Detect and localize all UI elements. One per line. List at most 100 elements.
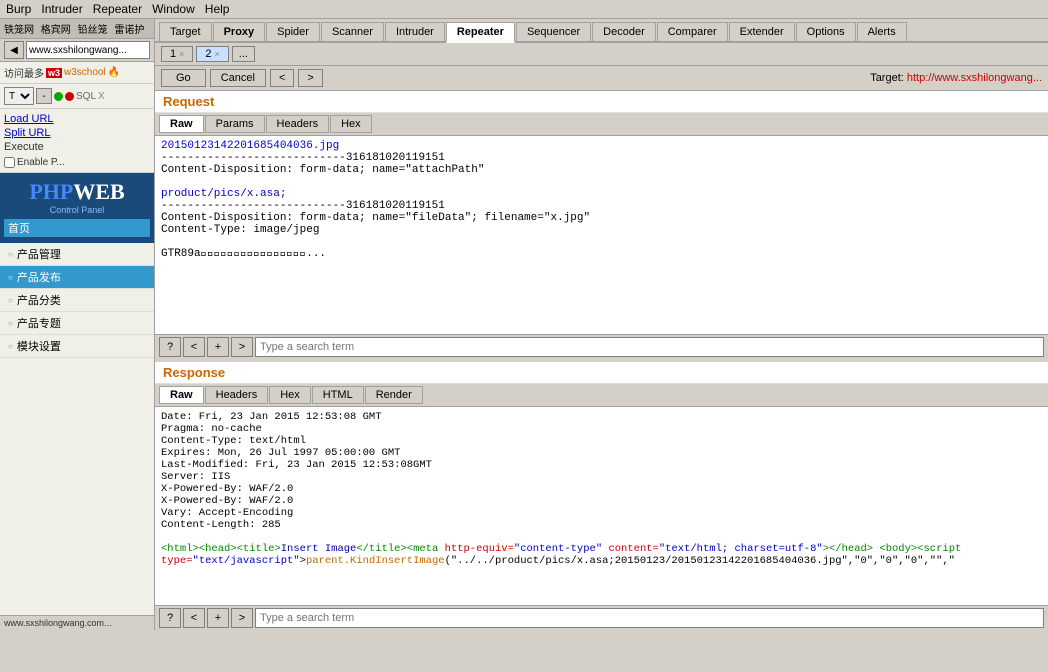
bookmark-1[interactable]: 铁笼网 bbox=[4, 25, 34, 36]
bookmark-2[interactable]: 格宾网 bbox=[41, 25, 71, 36]
target-label: Target: bbox=[870, 72, 907, 84]
sidebar-item-product-publish[interactable]: ○ 产品发布 bbox=[0, 266, 154, 289]
tab2-close[interactable]: × bbox=[215, 49, 220, 59]
res-search-next[interactable]: > bbox=[231, 608, 253, 628]
req-tab-headers[interactable]: Headers bbox=[266, 115, 330, 133]
sidebar-item-product-mgmt[interactable]: ○ 产品管理 bbox=[0, 243, 154, 266]
res-line1: Date: Fri, 23 Jan 2015 12:53:08 GMT bbox=[161, 411, 1042, 423]
request-search-input[interactable] bbox=[255, 337, 1044, 357]
menu-repeater[interactable]: Repeater bbox=[93, 2, 142, 16]
menu-window[interactable]: Window bbox=[152, 2, 195, 16]
label-2: 产品发布 bbox=[17, 269, 61, 285]
req-tab-params[interactable]: Params bbox=[205, 115, 265, 133]
req-search-plus[interactable]: + bbox=[207, 337, 229, 357]
request-search-row: ? < + > bbox=[155, 334, 1048, 359]
green-dot bbox=[54, 92, 63, 101]
response-search-input[interactable] bbox=[255, 608, 1044, 628]
req-tab-hex[interactable]: Hex bbox=[330, 115, 372, 133]
home-label[interactable]: 首页 bbox=[8, 223, 30, 235]
tab-target[interactable]: Target bbox=[159, 22, 212, 41]
tab-extender[interactable]: Extender bbox=[729, 22, 795, 41]
web-text: WEB bbox=[73, 179, 124, 205]
res-tab-html[interactable]: HTML bbox=[312, 386, 364, 404]
res-tab-raw[interactable]: Raw bbox=[159, 386, 204, 404]
tab-spider[interactable]: Spider bbox=[266, 22, 320, 41]
tab-options[interactable]: Options bbox=[796, 22, 856, 41]
x-label: X bbox=[98, 91, 105, 102]
visited-label: 访问最多 bbox=[4, 65, 44, 80]
tab-comparer[interactable]: Comparer bbox=[657, 22, 728, 41]
split-url-link[interactable]: Split URL bbox=[4, 127, 150, 139]
tab-scanner[interactable]: Scanner bbox=[321, 22, 384, 41]
tab-repeater[interactable]: Repeater bbox=[446, 22, 515, 43]
bullet-1: ○ bbox=[8, 250, 13, 259]
req-search-question[interactable]: ? bbox=[159, 337, 181, 357]
request-panel: Request Raw Params Headers Hex 201501231… bbox=[155, 91, 1048, 362]
label-1: 产品管理 bbox=[17, 246, 61, 262]
req-line5: product/pics/x.asa; bbox=[161, 188, 1042, 200]
res-tab-render[interactable]: Render bbox=[365, 386, 423, 404]
go-button[interactable]: Go bbox=[161, 69, 206, 87]
load-url-link[interactable]: Load URL bbox=[4, 113, 150, 125]
w3school-link[interactable]: w3school bbox=[64, 67, 106, 78]
tab-sequencer[interactable]: Sequencer bbox=[516, 22, 591, 41]
url-bar[interactable] bbox=[26, 41, 150, 59]
tab-intruder[interactable]: Intruder bbox=[385, 22, 445, 41]
sidebar-item-product-topic[interactable]: ○ 产品专题 bbox=[0, 312, 154, 335]
tab-alerts[interactable]: Alerts bbox=[857, 22, 907, 41]
repeater-tab-2[interactable]: 2 × bbox=[196, 46, 228, 62]
menu-help[interactable]: Help bbox=[205, 2, 230, 16]
res-search-plus[interactable]: + bbox=[207, 608, 229, 628]
request-tabs: Raw Params Headers Hex bbox=[155, 112, 1048, 136]
url-actions: Load URL Split URL Execute Enable P... bbox=[0, 109, 154, 173]
request-title: Request bbox=[155, 91, 1048, 112]
label-5: 模块设置 bbox=[17, 338, 61, 354]
enable-row: Enable P... bbox=[4, 157, 150, 168]
res-line3: Content-Type: text/html bbox=[161, 435, 1042, 447]
tool-dropdown[interactable]: T bbox=[4, 87, 34, 105]
tab-decoder[interactable]: Decoder bbox=[592, 22, 656, 41]
response-search-row: ? < + > bbox=[155, 605, 1048, 630]
req-line8: Content-Type: image/jpeg bbox=[161, 224, 1042, 236]
bullet-4: ○ bbox=[8, 319, 13, 328]
controls-left: Go Cancel < > bbox=[161, 69, 323, 87]
res-tab-headers[interactable]: Headers bbox=[205, 386, 269, 404]
res-search-prev[interactable]: < bbox=[183, 608, 205, 628]
res-line11 bbox=[161, 531, 1042, 543]
res-tab-hex[interactable]: Hex bbox=[269, 386, 311, 404]
req-tab-raw[interactable]: Raw bbox=[159, 115, 204, 133]
sidebar-item-product-category[interactable]: ○ 产品分类 bbox=[0, 289, 154, 312]
next-button[interactable]: > bbox=[298, 69, 322, 87]
prev-button[interactable]: < bbox=[270, 69, 294, 87]
target-display: Target: http://www.sxshilongwang... bbox=[870, 72, 1042, 84]
req-line6: ----------------------------316181020119… bbox=[161, 200, 1042, 212]
res-line9: Vary: Accept-Encoding bbox=[161, 507, 1042, 519]
req-line10: GTR89a                ... bbox=[161, 248, 1042, 260]
browser-toolbar: ◀ bbox=[0, 39, 154, 62]
menu-intruder[interactable]: Intruder bbox=[41, 2, 82, 16]
menu-burp[interactable]: Burp bbox=[6, 2, 31, 16]
php-text: PHP bbox=[29, 179, 73, 205]
res-search-question[interactable]: ? bbox=[159, 608, 181, 628]
tab-proxy[interactable]: Proxy bbox=[213, 22, 266, 41]
res-line7: X-Powered-By: WAF/2.0 bbox=[161, 483, 1042, 495]
red-dot bbox=[65, 92, 74, 101]
w3-badge: w3 bbox=[46, 68, 62, 78]
minus-btn[interactable]: - bbox=[36, 88, 52, 104]
tab1-close[interactable]: × bbox=[179, 49, 184, 59]
repeater-tab-1[interactable]: 1 × bbox=[161, 46, 193, 62]
back-button[interactable]: ◀ bbox=[4, 41, 24, 59]
bookmark-3[interactable]: 铅丝笼 bbox=[78, 25, 108, 36]
sidebar-item-module-settings[interactable]: ○ 模块设置 bbox=[0, 335, 154, 358]
control-panel-label: Control Panel bbox=[4, 205, 150, 215]
menubar: Burp Intruder Repeater Window Help bbox=[0, 0, 1048, 19]
res-line4: Expires: Mon, 26 Jul 1997 05:00:00 GMT bbox=[161, 447, 1042, 459]
repeater-tab-dots[interactable]: ... bbox=[232, 46, 255, 62]
phpweb-brand: PHP WEB bbox=[4, 179, 150, 205]
bookmark-4[interactable]: 雷诺护 bbox=[114, 25, 144, 36]
req-search-prev[interactable]: < bbox=[183, 337, 205, 357]
enable-checkbox[interactable] bbox=[4, 157, 15, 168]
cancel-button[interactable]: Cancel bbox=[210, 69, 266, 87]
req-search-next[interactable]: > bbox=[231, 337, 253, 357]
res-line8: X-Powered-By: WAF/2.0 bbox=[161, 495, 1042, 507]
